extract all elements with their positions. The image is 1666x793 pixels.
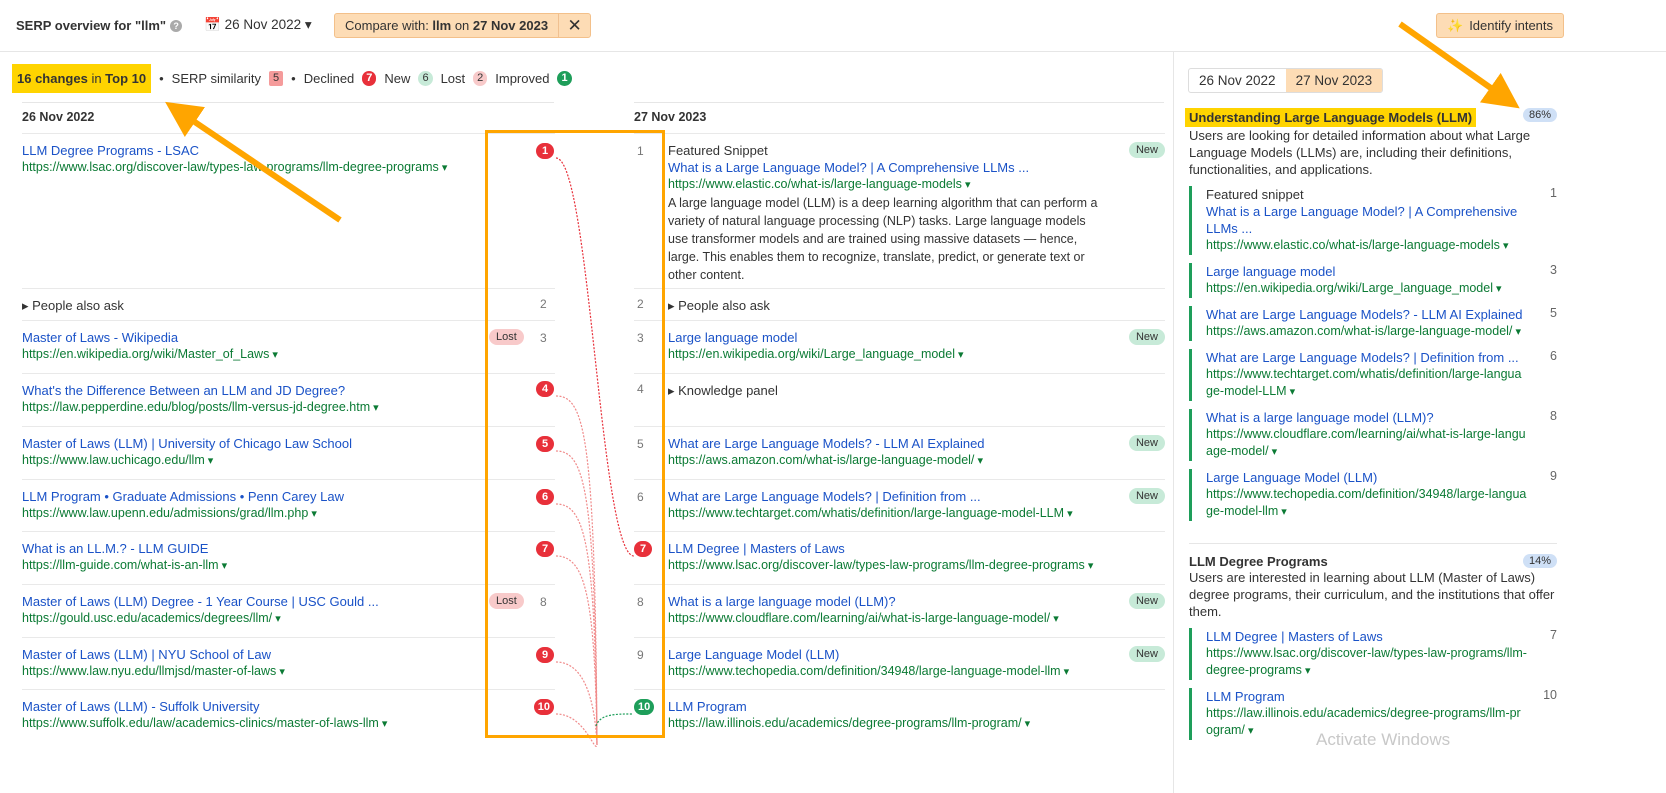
tab-date-2022[interactable]: 26 Nov 2022 — [1189, 69, 1286, 92]
intent-title: LLM Degree Programs — [1189, 554, 1328, 569]
rank-number: 7 — [1550, 628, 1557, 642]
intent-result: Large language model https://en.wikipedia… — [1189, 263, 1557, 298]
result-url[interactable]: https://en.wikipedia.org/wiki/Large_lang… — [1206, 280, 1557, 298]
watermark: Activate Windows — [1316, 730, 1451, 749]
result-title-link[interactable]: Large Language Model (LLM) — [1206, 469, 1557, 486]
intent-section: Understanding Large Language Models (LLM… — [1185, 108, 1557, 521]
intent-result: Large Language Model (LLM) https://www.te… — [1189, 469, 1557, 521]
result-url[interactable]: https://www.elastic.co/what-is/large-lan… — [1206, 237, 1557, 255]
intent-section: LLM Degree Programs 14% Users are interest… — [1189, 543, 1557, 740]
intent-percent-badge: 14% — [1522, 554, 1557, 568]
intent-result: Featured snippet What is a Large Language… — [1189, 186, 1557, 255]
intent-result: What are Large Language Models? | Defini… — [1189, 349, 1557, 401]
intent-percent-badge: 86% — [1522, 108, 1557, 122]
serp-feature-label: Featured snippet — [1206, 187, 1304, 202]
rank-number: 6 — [1550, 349, 1557, 363]
result-url[interactable]: https://aws.amazon.com/what-is/large-lan… — [1206, 323, 1557, 341]
intent-result: What is a large language model (LLM)? htt… — [1189, 409, 1557, 461]
highlight-box — [485, 130, 665, 738]
result-url[interactable]: https://www.cloudflare.com/learning/ai/w… — [1206, 426, 1557, 461]
rank-number: 5 — [1550, 306, 1557, 320]
rank-number: 8 — [1550, 409, 1557, 423]
rank-number: 9 — [1550, 469, 1557, 483]
intent-result: What are Large Language Models? - LLM AI… — [1189, 306, 1557, 341]
rank-number: 1 — [1550, 186, 1557, 200]
tab-date-2023[interactable]: 27 Nov 2023 — [1285, 69, 1383, 92]
result-title-link[interactable]: LLM Degree | Masters of Laws — [1206, 628, 1557, 645]
rank-number: 10 — [1543, 688, 1557, 702]
intent-description: Users are interested in learning about L… — [1189, 570, 1555, 619]
result-title-link[interactable]: What are Large Language Models? | Defini… — [1206, 349, 1557, 366]
result-title-link[interactable]: What are Large Language Models? - LLM AI… — [1206, 306, 1557, 323]
result-title-link[interactable]: What is a large language model (LLM)? — [1206, 409, 1557, 426]
date-tabs: 26 Nov 2022 27 Nov 2023 — [1188, 68, 1384, 93]
result-url[interactable]: https://www.techopedia.com/definition/34… — [1206, 486, 1557, 521]
rank-number: 3 — [1550, 263, 1557, 277]
intent-result: LLM Degree | Masters of Laws https://www.… — [1189, 628, 1557, 680]
result-title-link[interactable]: LLM Program — [1206, 688, 1557, 705]
result-url[interactable]: https://www.lsac.org/discover-law/types-… — [1206, 645, 1557, 680]
result-url[interactable]: https://www.techtarget.com/whatis/defini… — [1206, 366, 1557, 401]
result-title-link[interactable]: What is a Large Language Model? | A Comp… — [1206, 203, 1557, 237]
intent-title: Understanding Large Language Models (LLM… — [1185, 108, 1477, 127]
result-title-link[interactable]: Large language model — [1206, 263, 1557, 280]
intents-list: Understanding Large Language Models (LLM… — [1185, 108, 1557, 762]
intent-description: Users are looking for detailed informati… — [1189, 128, 1531, 177]
